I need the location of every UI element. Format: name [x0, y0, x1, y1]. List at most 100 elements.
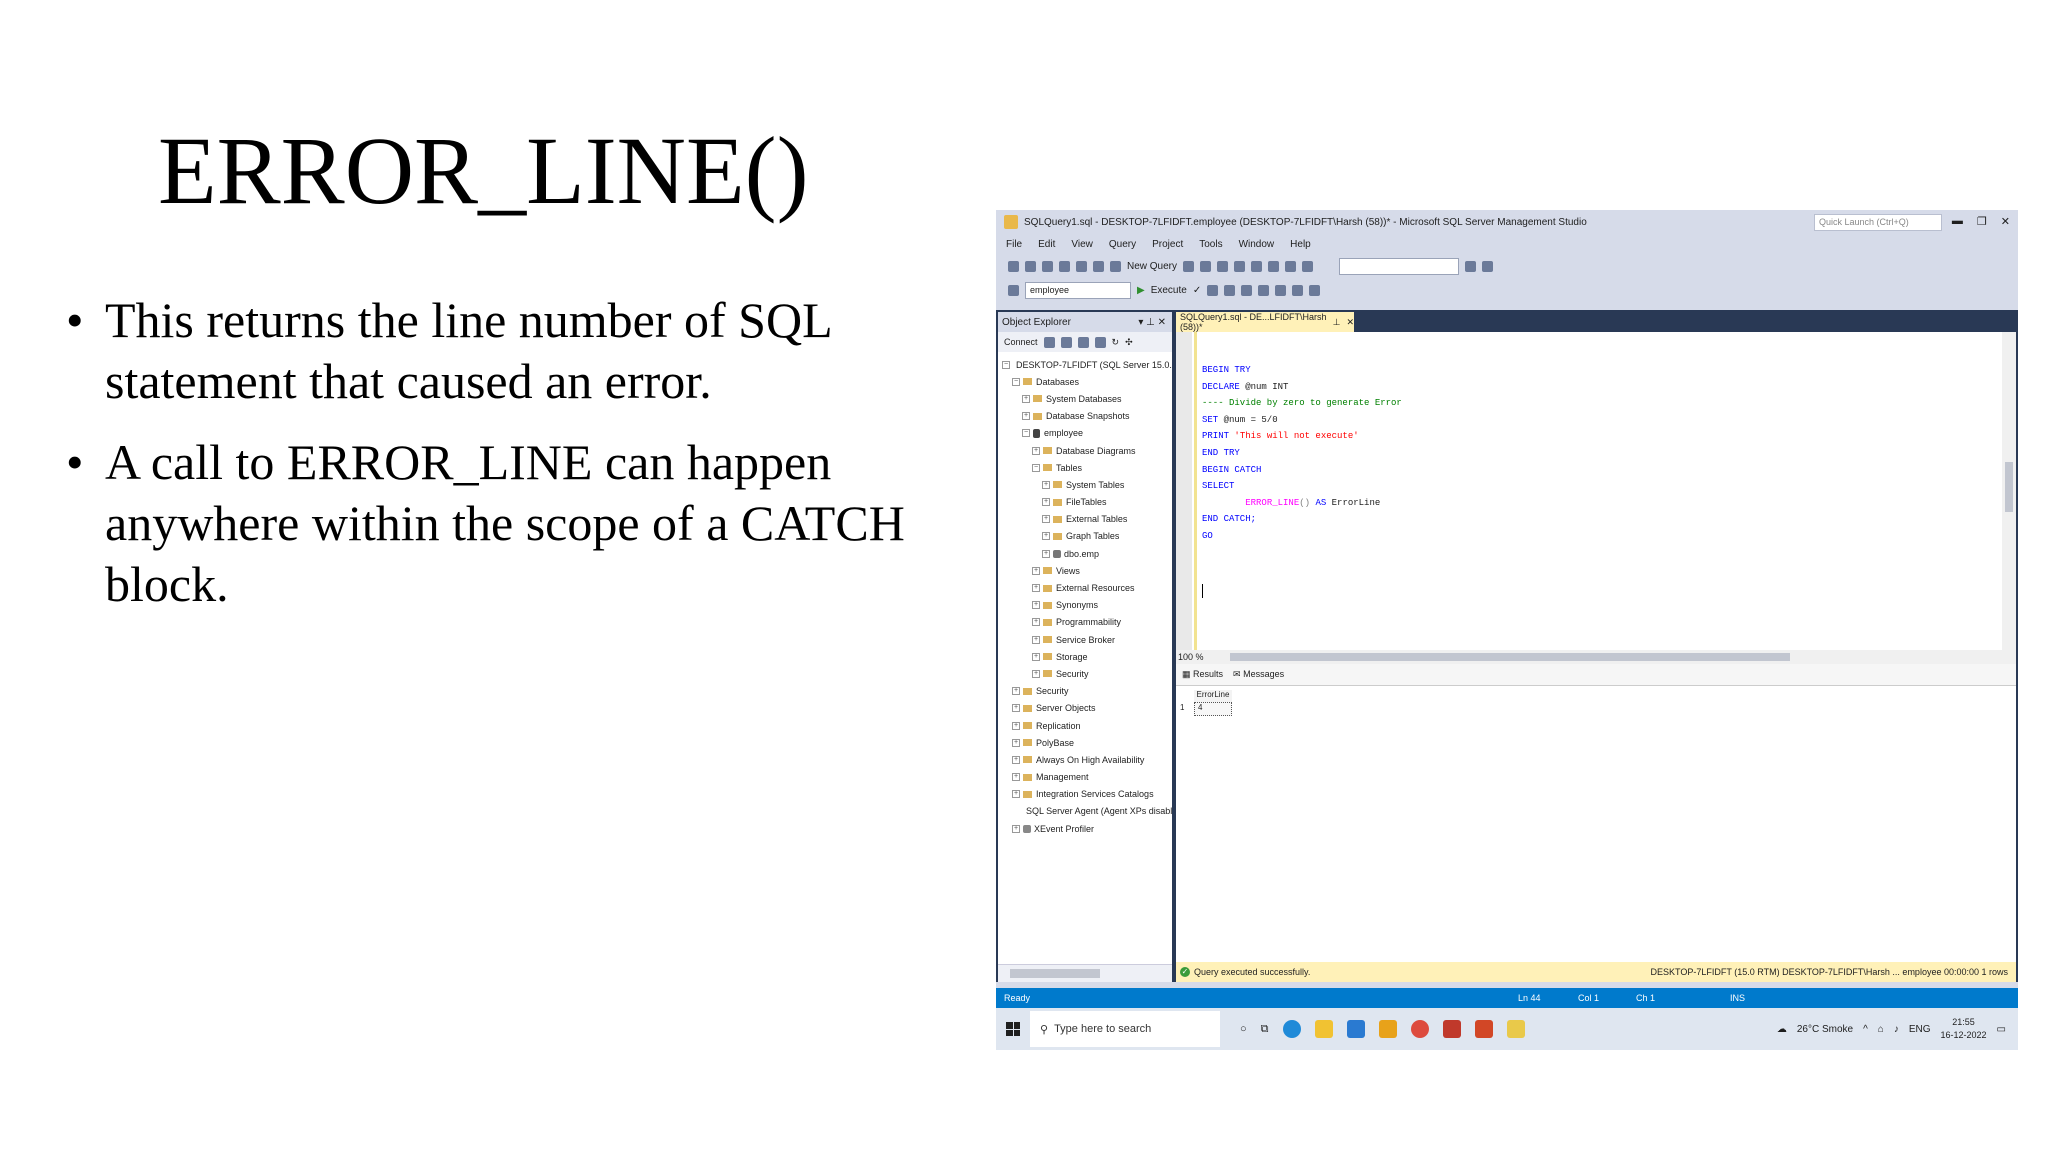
tab-pin-icon[interactable]: ⊥ [1333, 317, 1341, 328]
tray-chevron-icon[interactable]: ^ [1863, 1024, 1868, 1035]
collapse-icon[interactable]: − [1022, 429, 1030, 438]
editor-hscroll-thumb[interactable] [1230, 653, 1790, 661]
menu-view[interactable]: View [1071, 239, 1093, 250]
task-view-icon[interactable]: ⧉ [1261, 1023, 1269, 1036]
redo-icon[interactable] [1302, 260, 1314, 272]
expand-icon[interactable]: + [1042, 549, 1050, 558]
toolbox-icon[interactable] [1482, 260, 1494, 272]
tree-node-service-broker[interactable]: + Service Broker [998, 631, 1172, 648]
disconnect-icon[interactable] [1060, 336, 1072, 348]
tree-node-xevent-profiler[interactable]: + XEvent Profiler [998, 820, 1172, 837]
indent-icon[interactable] [1309, 284, 1321, 296]
tree-node-programmability[interactable]: + Programmability [998, 614, 1172, 631]
file-explorer-icon[interactable] [1314, 1020, 1333, 1038]
copy-icon[interactable] [1251, 260, 1263, 272]
tree-node-graph-tables[interactable]: + Graph Tables [998, 528, 1172, 545]
tree-node-integration-services[interactable]: + Integration Services Catalogs [998, 786, 1172, 803]
tab-close-icon[interactable]: ✕ [1346, 317, 1354, 328]
new-query-button[interactable]: New Query [1127, 261, 1177, 272]
tab-sqlquery1[interactable]: SQLQuery1.sql - DE...LFIDFT\Harsh (58))*… [1176, 312, 1354, 332]
tree-node-system-databases[interactable]: + System Databases [998, 390, 1172, 407]
tree-node-security[interactable]: + Security [998, 683, 1172, 700]
expand-icon[interactable]: + [1022, 412, 1030, 421]
volume-icon[interactable]: ♪ [1894, 1024, 1899, 1035]
editor-vscrollbar[interactable] [2002, 332, 2016, 650]
expand-icon[interactable]: + [1032, 566, 1040, 575]
tree-node-management[interactable]: + Management [998, 769, 1172, 786]
save-icon[interactable] [1076, 260, 1087, 272]
comment-icon[interactable] [1275, 284, 1287, 296]
expand-icon[interactable]: + [1042, 498, 1050, 507]
open-icon[interactable] [1059, 260, 1070, 272]
notifications-icon[interactable]: ▭ [1997, 1024, 2006, 1035]
menu-edit[interactable]: Edit [1038, 239, 1055, 250]
tree-node-server-objects[interactable]: + Server Objects [998, 700, 1172, 717]
menu-file[interactable]: File [1006, 239, 1022, 250]
refresh-icon[interactable]: ↻ [1112, 337, 1120, 348]
expand-icon[interactable]: + [1042, 480, 1050, 489]
expand-icon[interactable]: + [1032, 584, 1040, 593]
tree-node-sql-server-agent[interactable]: SQL Server Agent (Agent XPs disablec [998, 803, 1172, 820]
tree-node-employee[interactable]: − employee [998, 425, 1172, 442]
results-to-grid-icon[interactable] [1241, 284, 1253, 296]
parse-icon[interactable]: ✓ [1193, 285, 1201, 296]
taskbar-clock[interactable]: 21:55 16-12-2022 [1941, 1016, 1987, 1042]
tree-node-databases[interactable]: − Databases [998, 373, 1172, 390]
chrome-icon[interactable] [1410, 1020, 1429, 1038]
display-plan-icon[interactable] [1207, 284, 1219, 296]
menu-query[interactable]: Query [1109, 239, 1136, 250]
quick-launch-input[interactable]: Quick Launch (Ctrl+Q) [1814, 214, 1942, 231]
connect-icon[interactable] [1008, 284, 1019, 296]
network-icon[interactable]: ⌂ [1878, 1024, 1884, 1035]
expand-icon[interactable]: + [1012, 790, 1020, 799]
database-query-icon[interactable] [1183, 260, 1195, 272]
expand-icon[interactable]: + [1032, 618, 1040, 627]
edge-icon[interactable] [1282, 1020, 1301, 1038]
undo-icon[interactable] [1285, 260, 1297, 272]
minimize-icon[interactable]: ▬ [1952, 215, 1963, 228]
collapse-icon[interactable]: − [1002, 360, 1010, 369]
tree-node-server[interactable]: −DESKTOP-7LFIDFT (SQL Server 15.0.2000 [998, 356, 1172, 373]
collapse-icon[interactable]: − [1012, 377, 1020, 386]
stop-icon[interactable] [1077, 336, 1089, 348]
scroll-thumb[interactable] [1010, 969, 1100, 978]
expand-icon[interactable]: + [1012, 704, 1020, 713]
new-query-icon[interactable] [1110, 260, 1121, 272]
query-options-icon[interactable] [1224, 284, 1236, 296]
tree-node-storage[interactable]: + Storage [998, 648, 1172, 665]
execute-icon[interactable]: ▶ [1137, 285, 1145, 296]
new-project-icon[interactable] [1042, 260, 1053, 272]
object-explorer-hscrollbar[interactable] [998, 964, 1172, 982]
expand-icon[interactable]: + [1042, 515, 1050, 524]
expand-icon[interactable]: + [1032, 652, 1040, 661]
expand-icon[interactable]: + [1032, 446, 1040, 455]
expand-icon[interactable]: + [1032, 635, 1040, 644]
scroll-thumb[interactable] [2005, 462, 2013, 512]
properties-icon[interactable] [1465, 260, 1477, 272]
mail-icon[interactable] [1346, 1020, 1365, 1038]
tree-node-dbo-emp[interactable]: + dbo.emp [998, 545, 1172, 562]
menu-project[interactable]: Project [1152, 239, 1183, 250]
zoom-dropdown[interactable]: 100 % [1178, 652, 1204, 662]
tree-node-replication[interactable]: + Replication [998, 717, 1172, 734]
save-all-icon[interactable] [1093, 260, 1104, 272]
expand-icon[interactable]: + [1022, 394, 1030, 403]
collapse-icon[interactable]: − [1032, 463, 1040, 472]
uncomment-icon[interactable] [1292, 284, 1304, 296]
maximize-icon[interactable]: ❐ [1977, 215, 1987, 228]
menu-tools[interactable]: Tools [1199, 239, 1222, 250]
weather-text[interactable]: 26°C Smoke [1797, 1024, 1853, 1035]
wps-office-icon[interactable] [1442, 1020, 1461, 1038]
activity-monitor-icon[interactable]: ✣ [1125, 337, 1133, 348]
tab-results[interactable]: ▦ Results [1182, 669, 1223, 680]
back-icon[interactable] [1008, 260, 1019, 272]
dmx-query-icon[interactable] [1217, 260, 1229, 272]
tree-node-tables[interactable]: − Tables [998, 459, 1172, 476]
forward-icon[interactable] [1025, 260, 1036, 272]
execute-button[interactable]: Execute [1151, 285, 1187, 296]
menu-help[interactable]: Help [1290, 239, 1311, 250]
weather-icon[interactable]: ☁ [1777, 1024, 1787, 1035]
tree-node-database-snapshots[interactable]: + Database Snapshots [998, 408, 1172, 425]
tree-node-database-diagrams[interactable]: + Database Diagrams [998, 442, 1172, 459]
store-icon[interactable] [1378, 1020, 1397, 1038]
